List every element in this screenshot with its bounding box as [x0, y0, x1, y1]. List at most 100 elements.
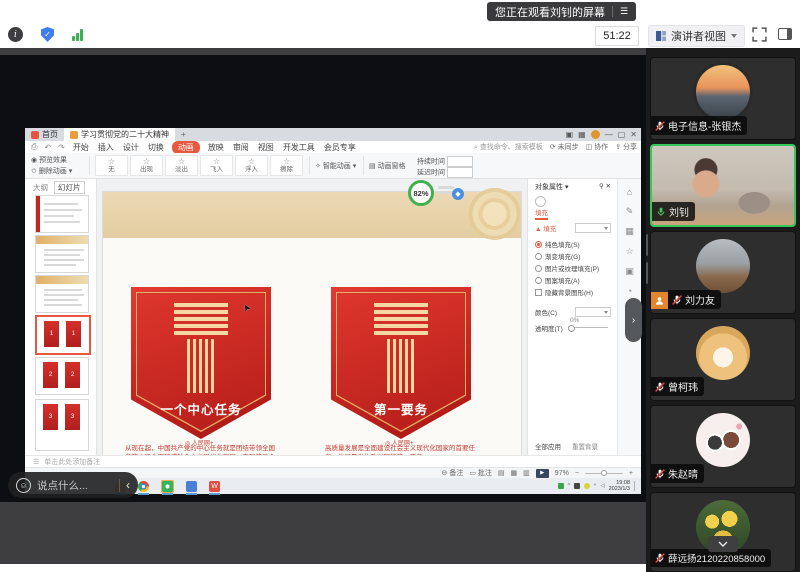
menu-insert[interactable]: 插入 — [97, 142, 115, 153]
sidebar-scrollbar-2[interactable] — [646, 262, 648, 284]
tray-network-icon[interactable]: ᵸ — [594, 483, 596, 489]
participant-tile-3[interactable]: 刘力友 — [650, 231, 796, 314]
preset-wipe[interactable]: ☆擦除 — [270, 155, 303, 176]
slide-thumb-2[interactable] — [35, 235, 89, 273]
strip-image-icon[interactable]: ▣ — [625, 266, 634, 277]
fill-tab[interactable]: 填充 — [535, 196, 548, 217]
tray-yellow-icon[interactable] — [584, 483, 590, 489]
delay-field[interactable]: 延迟时间 — [417, 167, 473, 178]
security-shield-icon[interactable]: ✓ — [41, 27, 54, 42]
participant-tile-5[interactable]: 朱赵晴 — [650, 405, 796, 488]
preset-appear[interactable]: ☆出现 — [130, 155, 163, 176]
chat-collapse-icon[interactable]: ‹ — [126, 480, 130, 490]
strip-star-icon[interactable]: ☆ — [625, 246, 633, 257]
transparency-slider[interactable] — [568, 325, 608, 332]
fill-section-header[interactable]: ▲ 填充 — [535, 223, 556, 233]
apply-all-button[interactable]: 全部应用 — [535, 441, 561, 451]
taskbar-clock[interactable]: 19:08 2023/1/3 — [609, 480, 630, 492]
pane-pin-icon[interactable]: ⚲ — [599, 183, 604, 190]
chat-quick-bar[interactable]: ☺ 说点什么... ‹ — [8, 472, 138, 498]
sidebar-toggle-icon[interactable] — [778, 28, 792, 40]
strip-edit-icon[interactable]: ✎ — [626, 206, 634, 217]
smart-animation-button[interactable]: ✧ 智能动画 ▾ — [315, 161, 356, 171]
hide-background-checkbox[interactable]: 隐藏背景图形(H) — [535, 287, 593, 297]
pane-collapse-handle[interactable]: › — [625, 298, 642, 342]
share-button[interactable]: ⇪ 分享 — [615, 142, 641, 152]
view-normal-icon[interactable]: ▤ — [498, 469, 505, 477]
animation-pane-button[interactable]: ▤ 动画窗格 — [369, 161, 406, 171]
color-combo[interactable] — [575, 307, 611, 317]
menu-view[interactable]: 视图 — [257, 142, 275, 153]
emoji-icon[interactable]: ☺ — [16, 478, 31, 493]
menu-animation-active[interactable]: 动画 — [172, 141, 200, 154]
fullscreen-icon[interactable] — [752, 27, 767, 42]
sidebar-scrollbar[interactable] — [646, 234, 648, 256]
zoom-in-button[interactable]: + — [629, 470, 633, 477]
redo-icon[interactable]: ↷ — [58, 143, 65, 152]
tray-volume-icon[interactable]: ◁ — [600, 483, 604, 489]
strip-home-icon[interactable]: ⌂ — [627, 187, 632, 197]
close-icon[interactable]: ✕ — [630, 130, 637, 139]
more-participants-chevron[interactable] — [708, 536, 738, 552]
banner-menu-icon[interactable]: ☰ — [620, 6, 628, 17]
fill-option-picture[interactable]: 图片或纹理填充(P) — [535, 263, 599, 273]
menu-transition[interactable]: 切换 — [147, 142, 165, 153]
menu-member[interactable]: 会员专享 — [323, 142, 357, 153]
slides-tab[interactable]: 幻灯片 — [54, 181, 85, 194]
fill-option-pattern[interactable]: 图案填充(A) — [535, 275, 580, 285]
sync-status-button[interactable]: ⟳ 未同步 — [550, 142, 579, 152]
outline-tab[interactable]: 大纲 — [33, 182, 48, 193]
slide-thumb-4-current[interactable]: 1 1 — [35, 315, 91, 355]
tray-expand-icon[interactable]: ^ — [568, 483, 571, 489]
pane-close-icon[interactable]: ✕ — [606, 183, 611, 190]
new-tab-button[interactable]: + — [181, 130, 186, 139]
menu-devtools[interactable]: 开发工具 — [282, 142, 316, 153]
participant-tile-4[interactable]: 曾柯玮 — [650, 318, 796, 401]
participant-tile-2-active-speaker[interactable]: 刘钊 — [650, 144, 796, 227]
wps-taskbar-icon[interactable]: W — [209, 481, 220, 492]
meeting-app-active[interactable] — [161, 480, 174, 493]
account-avatar[interactable] — [591, 130, 600, 139]
preset-none[interactable]: ☆无 — [95, 155, 128, 176]
participant-tile-6[interactable]: 薛远扬2120220858000 — [650, 492, 796, 572]
participant-tile-1[interactable]: 电子信息-张银杰 — [650, 57, 796, 140]
menu-review[interactable]: 审阅 — [232, 142, 250, 153]
fill-option-gradient[interactable]: 渐变填充(G) — [535, 251, 580, 261]
save-icon[interactable]: ⎙ — [31, 142, 37, 152]
speaker-view-button[interactable]: 演讲者视图 — [648, 25, 745, 47]
preset-floatin[interactable]: ☆浮入 — [235, 155, 268, 176]
preset-flyin[interactable]: ☆飞入 — [200, 155, 233, 176]
undo-icon[interactable]: ↶ — [44, 143, 51, 152]
slide-canvas[interactable]: 一个中心任务 第一要务 从现在起，中国共产党的中心任务就是团结带领全国各族人民全… — [97, 179, 527, 455]
menu-start[interactable]: 开始 — [72, 142, 90, 153]
reset-background-button[interactable]: 重置背景 — [572, 441, 598, 451]
view-sorter-icon[interactable]: ▦ — [511, 469, 518, 477]
preset-fade[interactable]: ☆淡出 — [165, 155, 198, 176]
meeting-info-icon[interactable]: i — [8, 27, 23, 42]
menu-slideshow[interactable]: 放映 — [207, 142, 225, 153]
wps-document-tab[interactable]: 学习贯彻党的二十大精神 — [64, 128, 175, 141]
performance-badge[interactable]: 82% — [408, 180, 434, 206]
status-notes-button[interactable]: ⊖ 备注 — [442, 468, 464, 478]
grid-view-icon[interactable]: ▦ — [578, 130, 586, 139]
zoom-out-button[interactable]: − — [575, 470, 579, 477]
command-search-input[interactable]: ⌕ 查找命令、搜索模板 — [474, 142, 543, 152]
tray-dark-icon[interactable] — [574, 483, 580, 489]
slideshow-play-button[interactable]: ▶ — [536, 469, 549, 478]
chrome-icon[interactable] — [138, 481, 149, 492]
delete-animation-button[interactable]: ✩ 删除动画 ▾ — [31, 166, 72, 177]
slide-thumb-1[interactable] — [35, 195, 89, 233]
split-view-icon[interactable]: ▣ — [566, 130, 574, 139]
chat-input-placeholder[interactable]: 说点什么... — [37, 478, 113, 493]
cloud-doc-icon[interactable]: ◆ — [452, 188, 464, 200]
status-comments-button[interactable]: ▭ 批注 — [469, 468, 492, 478]
collaborate-button[interactable]: ◫ 协作 — [586, 142, 609, 152]
strip-clock-icon[interactable]: ◔ — [627, 286, 632, 296]
maximize-icon[interactable]: ▢ — [618, 130, 626, 139]
duration-field[interactable]: 持续时间 — [417, 156, 473, 167]
preview-effect-button[interactable]: ◉ 预览效果 — [31, 155, 72, 166]
docs-app-icon[interactable] — [186, 481, 197, 492]
slide-thumb-5[interactable]: 2 2 — [35, 357, 89, 395]
slide-thumb-3[interactable] — [35, 275, 89, 313]
show-desktop-edge[interactable] — [634, 481, 635, 491]
